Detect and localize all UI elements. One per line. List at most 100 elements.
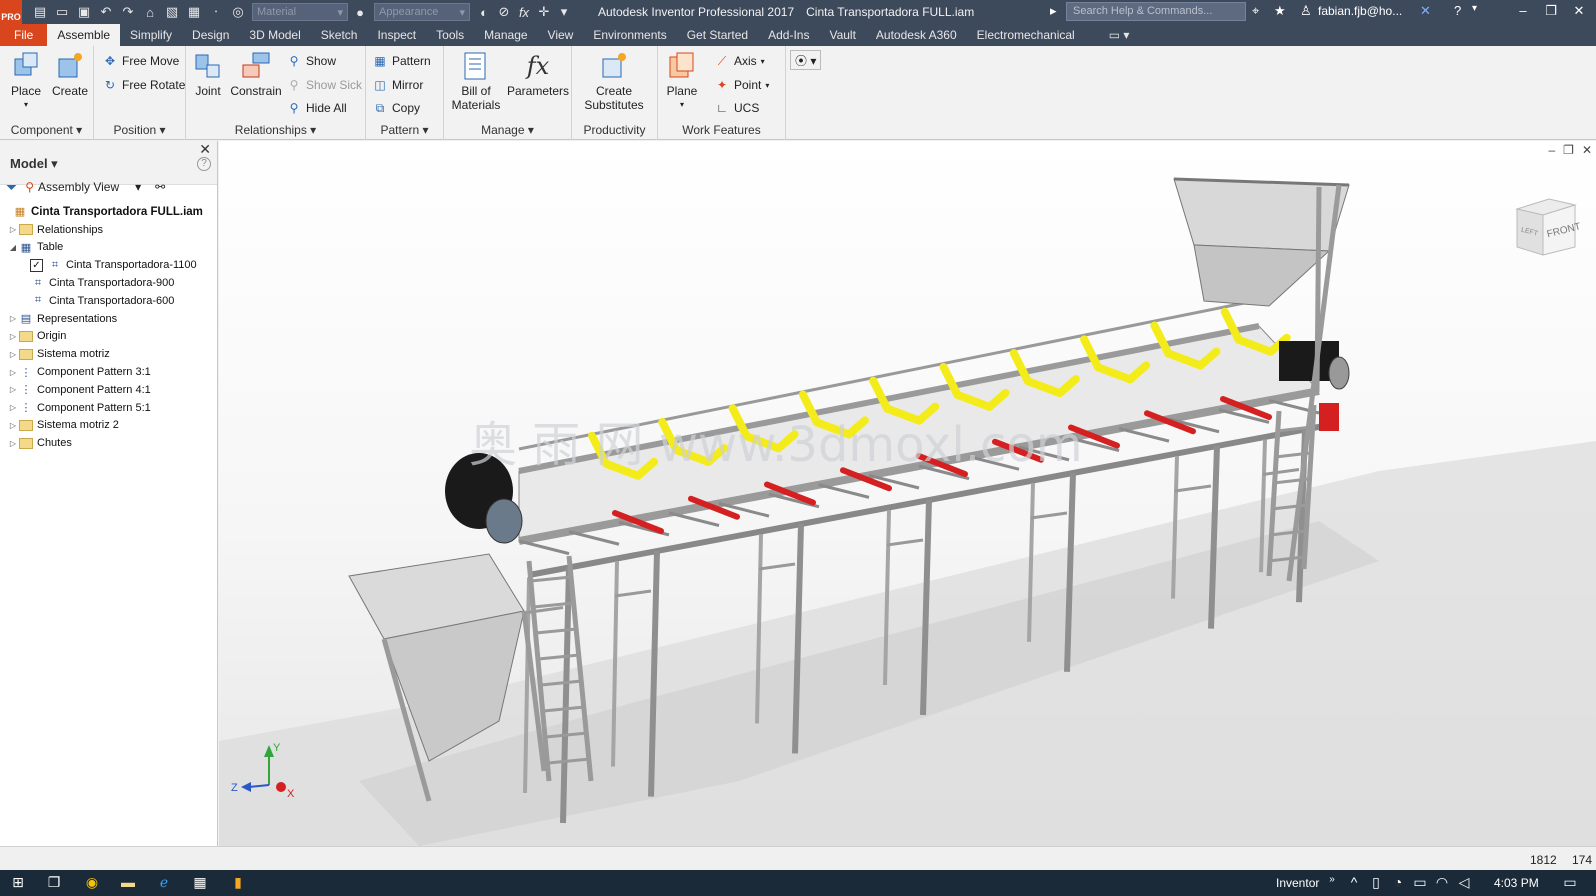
taskbar-more-icon[interactable]: » — [1322, 874, 1342, 892]
appearance-sphere-icon[interactable]: ● — [350, 2, 370, 22]
panel-label-manage[interactable]: Manage ▾ — [444, 123, 571, 137]
tree-expander-icon[interactable]: ◢ — [8, 243, 18, 252]
favorites-star-icon[interactable]: ★ — [1274, 3, 1286, 19]
ucs-button[interactable]: ∟ UCS — [714, 97, 759, 119]
open-folder-icon[interactable]: ▭ — [52, 2, 72, 22]
customize-qat-icon[interactable]: ▾ — [554, 2, 574, 22]
tree-expander-icon[interactable]: ▷ — [8, 350, 18, 359]
return-icon[interactable]: ▧ — [162, 2, 182, 22]
update-icon[interactable]: ◎ — [228, 2, 248, 22]
tree-expander-icon[interactable]: ▷ — [8, 421, 18, 430]
tree-root[interactable]: ▦ Cinta Transportadora FULL.iam — [0, 203, 218, 221]
design-doctor-icon[interactable]: ⋅ — [206, 2, 226, 22]
tray-chevron-up-icon[interactable]: ^ — [1344, 874, 1364, 892]
inventor-taskbar-icon[interactable]: ▮ — [228, 874, 248, 892]
tree-node[interactable]: ▷ ⋮ Component Pattern 5:1 — [0, 399, 218, 417]
calculator-icon[interactable]: ▦ — [190, 874, 210, 892]
tab-get-started[interactable]: Get Started — [677, 24, 758, 46]
pattern-button[interactable]: ▦ Pattern — [372, 50, 430, 72]
tab-vault[interactable]: Vault — [819, 24, 865, 46]
close-icon[interactable]: ✕ — [199, 141, 211, 158]
filter-icon[interactable]: ⏷ — [6, 179, 17, 196]
tree-node[interactable]: ▷ Sistema motriz — [0, 345, 218, 363]
usb-icon[interactable]: ▯ — [1366, 874, 1386, 892]
tree-expander-icon[interactable]: ▷ — [8, 439, 18, 448]
graphics-viewport[interactable]: 奥 雨 网 www.3dmoxl.com – ❐ ✕ FRONT LEFT Y … — [219, 141, 1596, 846]
viewport-close-icon[interactable]: ✕ — [1582, 143, 1592, 157]
restore-icon[interactable]: ❐ — [1538, 3, 1564, 19]
adjust-appearance-icon[interactable]: ◐ — [474, 2, 494, 22]
wifi-icon[interactable]: ◠ — [1432, 874, 1452, 892]
tab-assemble[interactable]: Assemble — [47, 24, 121, 46]
tree-node[interactable]: ⌗ Cinta Transportadora-600 — [0, 292, 218, 310]
taskbar-app-label[interactable]: Inventor — [1276, 876, 1319, 890]
tab-view[interactable]: View — [538, 24, 584, 46]
tree-expander-icon[interactable]: ▷ — [8, 314, 18, 323]
close-window-icon[interactable]: ✕ — [1566, 3, 1592, 19]
tree-expander-icon[interactable]: ▷ — [8, 332, 18, 341]
panel-label-component[interactable]: Component ▾ — [0, 123, 93, 137]
free-move-button[interactable]: ✥ Free Move — [102, 50, 179, 72]
tree-expander-icon[interactable]: ▷ — [8, 385, 18, 394]
save-icon[interactable]: ▣ — [74, 2, 94, 22]
new-file-icon[interactable]: ▤ — [30, 2, 50, 22]
create-substitutes-button[interactable]: Create Substitutes — [578, 50, 650, 112]
home-icon[interactable]: ⌂ — [140, 2, 160, 22]
tree-node[interactable]: ▷ Chutes — [0, 434, 218, 452]
show-button[interactable]: ⚲ Show — [286, 50, 336, 72]
battery-icon[interactable]: ▭ — [1410, 874, 1430, 892]
tab-autodesk-a360[interactable]: Autodesk A360 — [866, 24, 967, 46]
help-dropdown-icon[interactable]: ▾ — [1472, 3, 1477, 14]
bill-of-materials-button[interactable]: Bill of Materials — [446, 50, 506, 112]
hide-all-button[interactable]: ⚲ Hide All — [286, 97, 347, 119]
task-view-icon[interactable]: ❐ — [44, 874, 64, 892]
tab-environments[interactable]: Environments — [583, 24, 676, 46]
tab-manage[interactable]: Manage — [474, 24, 537, 46]
windows-start-icon[interactable]: ⊞ — [8, 874, 28, 892]
tab-inspect[interactable]: Inspect — [367, 24, 426, 46]
panel-label-position[interactable]: Position ▾ — [94, 123, 185, 137]
place-button[interactable]: Place ▾ — [6, 50, 46, 112]
tree-node[interactable]: ▷ Relationships — [0, 221, 218, 239]
tree-node[interactable]: ◢ ▦ Table — [0, 239, 218, 257]
more-icon[interactable]: ▸ — [1050, 3, 1057, 19]
exchange-apps-icon[interactable]: ✕ — [1420, 3, 1431, 19]
tab-sketch[interactable]: Sketch — [311, 24, 368, 46]
minimize-icon[interactable]: – — [1510, 3, 1536, 18]
taskbar-clock[interactable]: 4:03 PM — [1494, 876, 1539, 890]
file-explorer-icon[interactable]: ▬ — [118, 874, 138, 892]
joint-button[interactable]: Joint — [190, 50, 226, 98]
tab-design[interactable]: Design — [182, 24, 239, 46]
tray-app-icon[interactable]: ◔ — [1388, 874, 1408, 892]
panel-label-pattern[interactable]: Pattern ▾ — [366, 123, 443, 137]
edge-icon[interactable]: ℯ — [154, 874, 174, 892]
tree-node[interactable]: ▷ Sistema motriz 2 — [0, 417, 218, 435]
tab-add-ins[interactable]: Add-Ins — [758, 24, 819, 46]
constrain-button[interactable]: Constrain — [228, 50, 284, 98]
app-logo[interactable]: PRO — [0, 0, 22, 24]
ribbon-extra-dropdown[interactable]: ⦿ ▾ — [790, 50, 822, 70]
copy-button[interactable]: ⧉ Copy — [372, 97, 420, 119]
panel-label-relationships[interactable]: Relationships ▾ — [186, 123, 365, 137]
conveyor-scene[interactable]: 奥 雨 网 www.3dmoxl.com — [219, 141, 1596, 846]
tree-checkbox-icon[interactable]: ✓ — [30, 258, 43, 272]
ribbon-options-icon[interactable]: ▭ ▾ — [1099, 24, 1140, 46]
show-sick-button[interactable]: ⚲ Show Sick — [286, 74, 362, 96]
appearance-dropdown[interactable]: Appearance ▾ — [374, 3, 470, 21]
plane-button[interactable]: Plane ▾ — [662, 50, 702, 112]
select-icon[interactable]: ▦ — [184, 2, 204, 22]
tree-node[interactable]: ▷ ▤ Representations — [0, 310, 218, 328]
tree-expander-icon[interactable]: ▷ — [8, 368, 18, 377]
undo-icon[interactable]: ↶ — [96, 2, 116, 22]
help-search-input[interactable]: Search Help & Commands... — [1066, 2, 1246, 21]
binoculars-icon[interactable]: ⌖ — [1252, 3, 1259, 19]
viewport-restore-icon[interactable]: ❐ — [1563, 143, 1574, 157]
browser-title[interactable]: Model ▾ — [10, 156, 58, 172]
tab-simplify[interactable]: Simplify — [120, 24, 182, 46]
material-dropdown[interactable]: Material ▾ — [252, 3, 348, 21]
mirror-button[interactable]: ◫ Mirror — [372, 74, 423, 96]
create-button[interactable]: Create — [50, 50, 90, 98]
tree-expander-icon[interactable]: ▷ — [8, 225, 18, 234]
clear-appearance-icon[interactable]: ⊘ — [494, 2, 514, 22]
measure-icon[interactable]: ✛ — [534, 2, 554, 22]
